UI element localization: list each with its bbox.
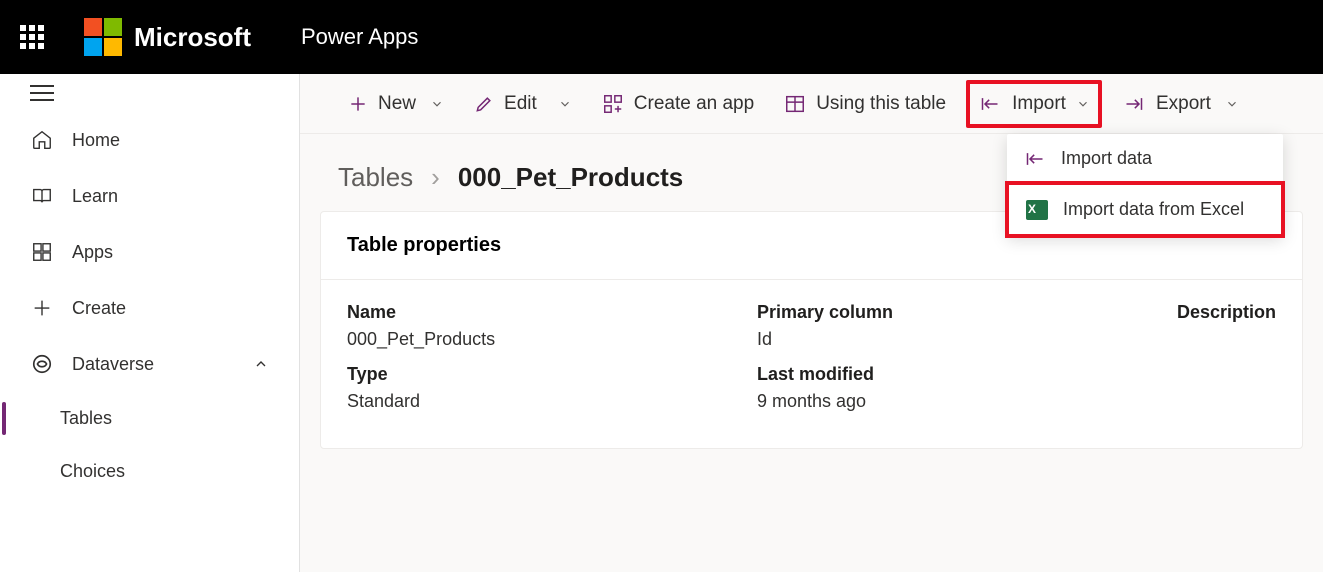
chevron-down-icon bbox=[1225, 97, 1239, 111]
import-dropdown: Import data Import data from Excel bbox=[1007, 134, 1283, 236]
app-plus-icon bbox=[602, 93, 624, 115]
properties-grid: Name 000_Pet_Products Type Standard Prim… bbox=[321, 280, 1302, 448]
button-label: Import bbox=[1012, 93, 1066, 115]
sidebar-item-dataverse[interactable]: Dataverse bbox=[0, 336, 299, 392]
sidebar-item-label: Learn bbox=[72, 186, 118, 207]
prop-value-name: 000_Pet_Products bbox=[347, 329, 757, 350]
prop-value-type: Standard bbox=[347, 391, 757, 412]
chevron-down-icon bbox=[430, 97, 444, 111]
book-icon bbox=[30, 184, 54, 208]
button-label: Export bbox=[1156, 93, 1211, 115]
table-icon bbox=[784, 93, 806, 115]
prop-label-name: Name bbox=[347, 302, 757, 323]
chevron-up-icon bbox=[253, 356, 269, 372]
app-name: Power Apps bbox=[301, 24, 418, 50]
sidebar-item-label: Tables bbox=[60, 408, 112, 429]
using-table-button[interactable]: Using this table bbox=[774, 85, 956, 123]
sidebar-item-choices[interactable]: Choices bbox=[0, 445, 299, 498]
global-header: Microsoft Power Apps bbox=[0, 0, 1323, 74]
new-button[interactable]: New bbox=[338, 85, 454, 123]
breadcrumb-current: 000_Pet_Products bbox=[458, 162, 683, 193]
table-properties-card: Table properties Name 000_Pet_Products T… bbox=[320, 211, 1303, 449]
button-label: Using this table bbox=[816, 93, 946, 115]
prop-value-primary: Id bbox=[757, 329, 1167, 350]
command-bar: New Edit Create an app Using this table … bbox=[300, 74, 1323, 134]
prop-label-modified: Last modified bbox=[757, 364, 1167, 385]
import-data-option[interactable]: Import data bbox=[1007, 134, 1283, 183]
option-label: Import data from Excel bbox=[1063, 199, 1244, 220]
sidebar-item-create[interactable]: Create bbox=[0, 280, 299, 336]
sidebar-item-tables[interactable]: Tables bbox=[0, 392, 299, 445]
excel-icon bbox=[1025, 200, 1049, 220]
breadcrumb-separator: › bbox=[431, 162, 440, 193]
sidebar-item-label: Apps bbox=[72, 242, 113, 263]
app-launcher-icon[interactable] bbox=[20, 25, 44, 49]
import-arrow-icon bbox=[1023, 149, 1047, 169]
prop-label-description: Description bbox=[1167, 302, 1276, 323]
prop-label-type: Type bbox=[347, 364, 757, 385]
plus-icon bbox=[30, 296, 54, 320]
home-icon bbox=[30, 128, 54, 152]
export-button[interactable]: Export bbox=[1112, 85, 1249, 123]
option-label: Import data bbox=[1061, 148, 1152, 169]
button-label: Create an app bbox=[634, 93, 754, 115]
button-label: Edit bbox=[504, 93, 537, 115]
pencil-icon bbox=[474, 94, 494, 114]
breadcrumb-root[interactable]: Tables bbox=[338, 162, 413, 193]
sidebar-item-learn[interactable]: Learn bbox=[0, 168, 299, 224]
edit-split-chevron[interactable] bbox=[547, 89, 582, 119]
brand-name: Microsoft bbox=[134, 22, 251, 53]
sidebar-item-label: Create bbox=[72, 298, 126, 319]
create-app-button[interactable]: Create an app bbox=[592, 85, 764, 123]
sidebar-item-home[interactable]: Home bbox=[0, 112, 299, 168]
sidebar-item-label: Home bbox=[72, 130, 120, 151]
chevron-down-icon bbox=[1076, 97, 1090, 111]
sidebar-item-label: Choices bbox=[60, 461, 125, 482]
prop-label-primary: Primary column bbox=[757, 302, 1167, 323]
import-arrow-icon bbox=[978, 94, 1002, 114]
hamburger-menu[interactable] bbox=[0, 74, 299, 112]
dataverse-icon bbox=[30, 352, 54, 376]
export-arrow-icon bbox=[1122, 94, 1146, 114]
microsoft-logo bbox=[84, 18, 122, 56]
main-content: New Edit Create an app Using this table … bbox=[300, 74, 1323, 572]
grid-icon bbox=[30, 240, 54, 264]
sidebar: Home Learn Apps Create Dataverse Tables … bbox=[0, 74, 300, 572]
import-excel-option[interactable]: Import data from Excel bbox=[1005, 181, 1285, 238]
plus-icon bbox=[348, 94, 368, 114]
import-button[interactable]: Import bbox=[978, 93, 1090, 115]
button-label: New bbox=[378, 93, 416, 115]
prop-value-modified: 9 months ago bbox=[757, 391, 1167, 412]
sidebar-item-apps[interactable]: Apps bbox=[0, 224, 299, 280]
sidebar-item-label: Dataverse bbox=[72, 354, 154, 375]
edit-button[interactable]: Edit bbox=[464, 85, 537, 123]
import-highlight: Import bbox=[966, 80, 1102, 128]
